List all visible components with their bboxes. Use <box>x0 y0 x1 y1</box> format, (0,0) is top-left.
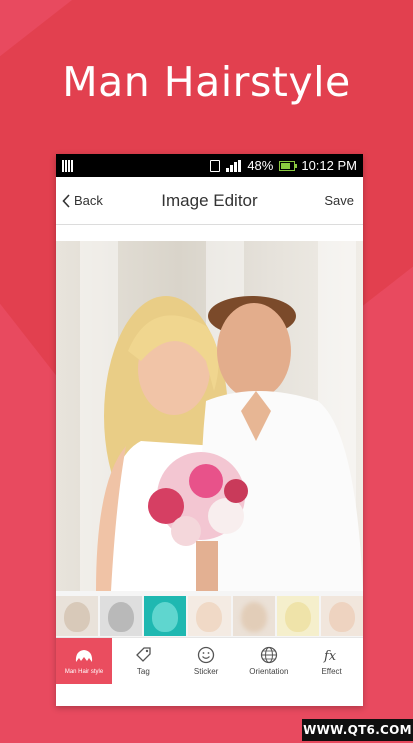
clock: 10:12 PM <box>301 158 357 173</box>
hair-icon <box>75 649 93 662</box>
tool-orientation[interactable]: Orientation <box>238 638 301 684</box>
chevron-left-icon <box>62 193 70 208</box>
globe-icon <box>260 646 277 664</box>
tag-icon <box>136 647 152 662</box>
phone-screen: 48% 10:12 PM Back Image Editor Save Man … <box>56 154 363 706</box>
couple-photo <box>96 296 363 591</box>
tool-label: Orientation <box>249 667 289 676</box>
fx-icon: fx <box>323 649 337 664</box>
barcode-icon <box>62 159 74 172</box>
filter-strip <box>56 591 363 637</box>
signal-icon <box>226 159 242 172</box>
edit-photo[interactable] <box>56 241 363 591</box>
tool-sticker[interactable]: Sticker <box>175 638 238 684</box>
smiley-icon <box>197 646 215 664</box>
tool-tag[interactable]: Tag <box>112 638 175 684</box>
filter-thumb[interactable] <box>320 596 363 636</box>
svg-text:fx: fx <box>323 649 337 664</box>
filter-thumb[interactable] <box>276 596 319 636</box>
battery-icon <box>279 160 298 171</box>
tool-man-hair-style[interactable]: Man Hair style <box>56 638 112 684</box>
battery-percent: 48% <box>247 158 274 173</box>
bottom-toolbar: Man Hair style Tag Sticker Orientation f… <box>56 637 363 684</box>
tool-label: Sticker <box>193 667 219 676</box>
filter-thumb[interactable] <box>56 596 99 636</box>
back-button[interactable]: Back <box>56 193 103 208</box>
save-button[interactable]: Save <box>324 193 363 208</box>
filter-thumb[interactable] <box>232 596 275 636</box>
back-label: Back <box>74 193 103 208</box>
tool-label: Man Hair style <box>64 668 104 675</box>
tool-label: Tag <box>136 667 150 676</box>
app-bar: Back Image Editor Save <box>56 177 363 225</box>
watermark: WWW.QT6.COM <box>302 719 413 741</box>
filter-thumb[interactable] <box>144 596 187 636</box>
vibrate-icon <box>210 159 221 172</box>
filter-thumb[interactable] <box>100 596 143 636</box>
status-bar: 48% 10:12 PM <box>56 154 363 177</box>
filter-thumb[interactable] <box>188 596 231 636</box>
tool-effect[interactable]: fx Effect <box>300 638 363 684</box>
tool-label: Effect <box>321 667 342 676</box>
promo-headline: Man Hairstyle <box>62 58 351 106</box>
